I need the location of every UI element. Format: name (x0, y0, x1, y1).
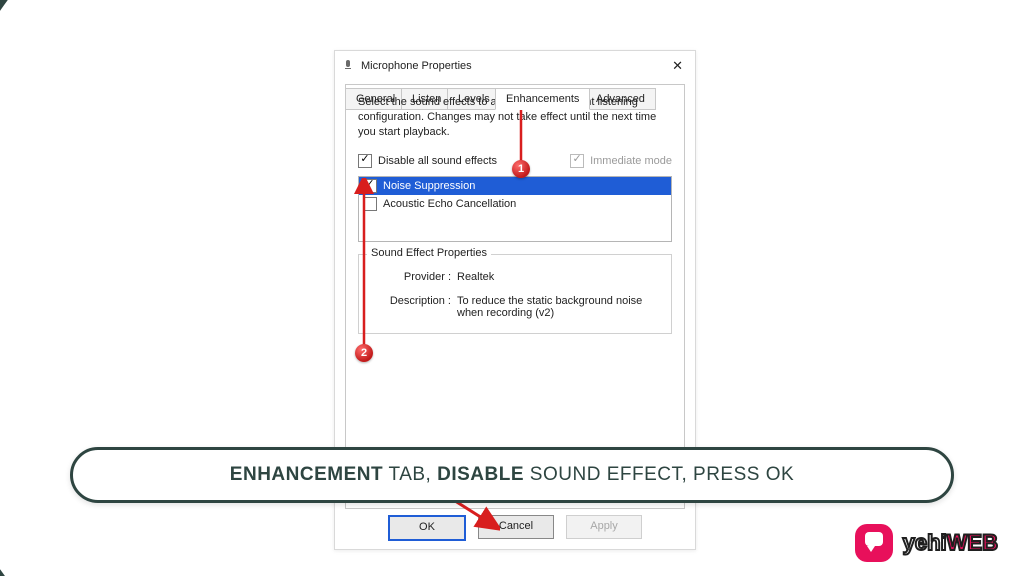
effect-label: Acoustic Echo Cancellation (383, 198, 516, 210)
banner-strong-2: DISABLE (437, 464, 524, 485)
immediate-mode-label: Immediate mode (590, 155, 672, 167)
ok-button[interactable]: OK (388, 515, 466, 541)
apply-button: Apply (566, 515, 642, 539)
brand-badge-icon (855, 524, 893, 562)
effect-label: Noise Suppression (383, 180, 475, 192)
dialog-title: Microphone Properties (361, 60, 668, 72)
brand-text: yehiWEB (903, 530, 998, 556)
banner-strong-1: ENHANCEMENT (230, 464, 383, 485)
description-row: Description : To reduce the static backg… (373, 295, 657, 319)
brand-logo: yehiWEB (855, 524, 998, 562)
list-item[interactable]: Noise Suppression (359, 177, 671, 195)
annotation-marker-2: 2 (355, 344, 373, 362)
enhancements-tab-page: Select the sound effects to apply for yo… (345, 84, 685, 509)
brand-name-1: yehi (903, 530, 947, 555)
description-value: To reduce the static background noise wh… (457, 295, 657, 319)
provider-row: Provider : Realtek (373, 271, 657, 283)
annotation-marker-1: 1 (512, 160, 530, 178)
effect-checkbox[interactable] (363, 179, 377, 193)
stage: Microphone Properties ✕ General Listen L… (0, 0, 1024, 576)
provider-label: Provider : (373, 271, 457, 283)
tab-enhancements[interactable]: Enhancements (495, 88, 590, 110)
close-icon[interactable]: ✕ (668, 57, 687, 74)
cancel-button[interactable]: Cancel (478, 515, 554, 539)
description-label: Description : (373, 295, 457, 319)
banner-text-2: SOUND EFFECT, PRESS OK (524, 464, 794, 485)
immediate-mode-checkbox (570, 154, 584, 168)
list-item[interactable]: Acoustic Echo Cancellation (359, 195, 671, 213)
group-legend: Sound Effect Properties (367, 247, 491, 259)
dialog-button-row: OK Cancel Apply (335, 515, 695, 541)
disable-all-label: Disable all sound effects (378, 155, 497, 167)
banner-text-1: TAB, (383, 464, 437, 485)
effects-listbox[interactable]: Noise Suppression Acoustic Echo Cancella… (358, 176, 672, 242)
disable-all-checkbox[interactable] (358, 154, 372, 168)
instruction-banner: ENHANCEMENT TAB, DISABLE SOUND EFFECT, P… (70, 447, 954, 503)
provider-value: Realtek (457, 271, 657, 283)
brand-name-2: WEB (947, 530, 998, 555)
effect-checkbox[interactable] (363, 197, 377, 211)
microphone-icon (343, 60, 355, 72)
sound-effect-properties-group: Sound Effect Properties Provider : Realt… (358, 254, 672, 334)
dialog-titlebar: Microphone Properties ✕ (335, 51, 695, 78)
